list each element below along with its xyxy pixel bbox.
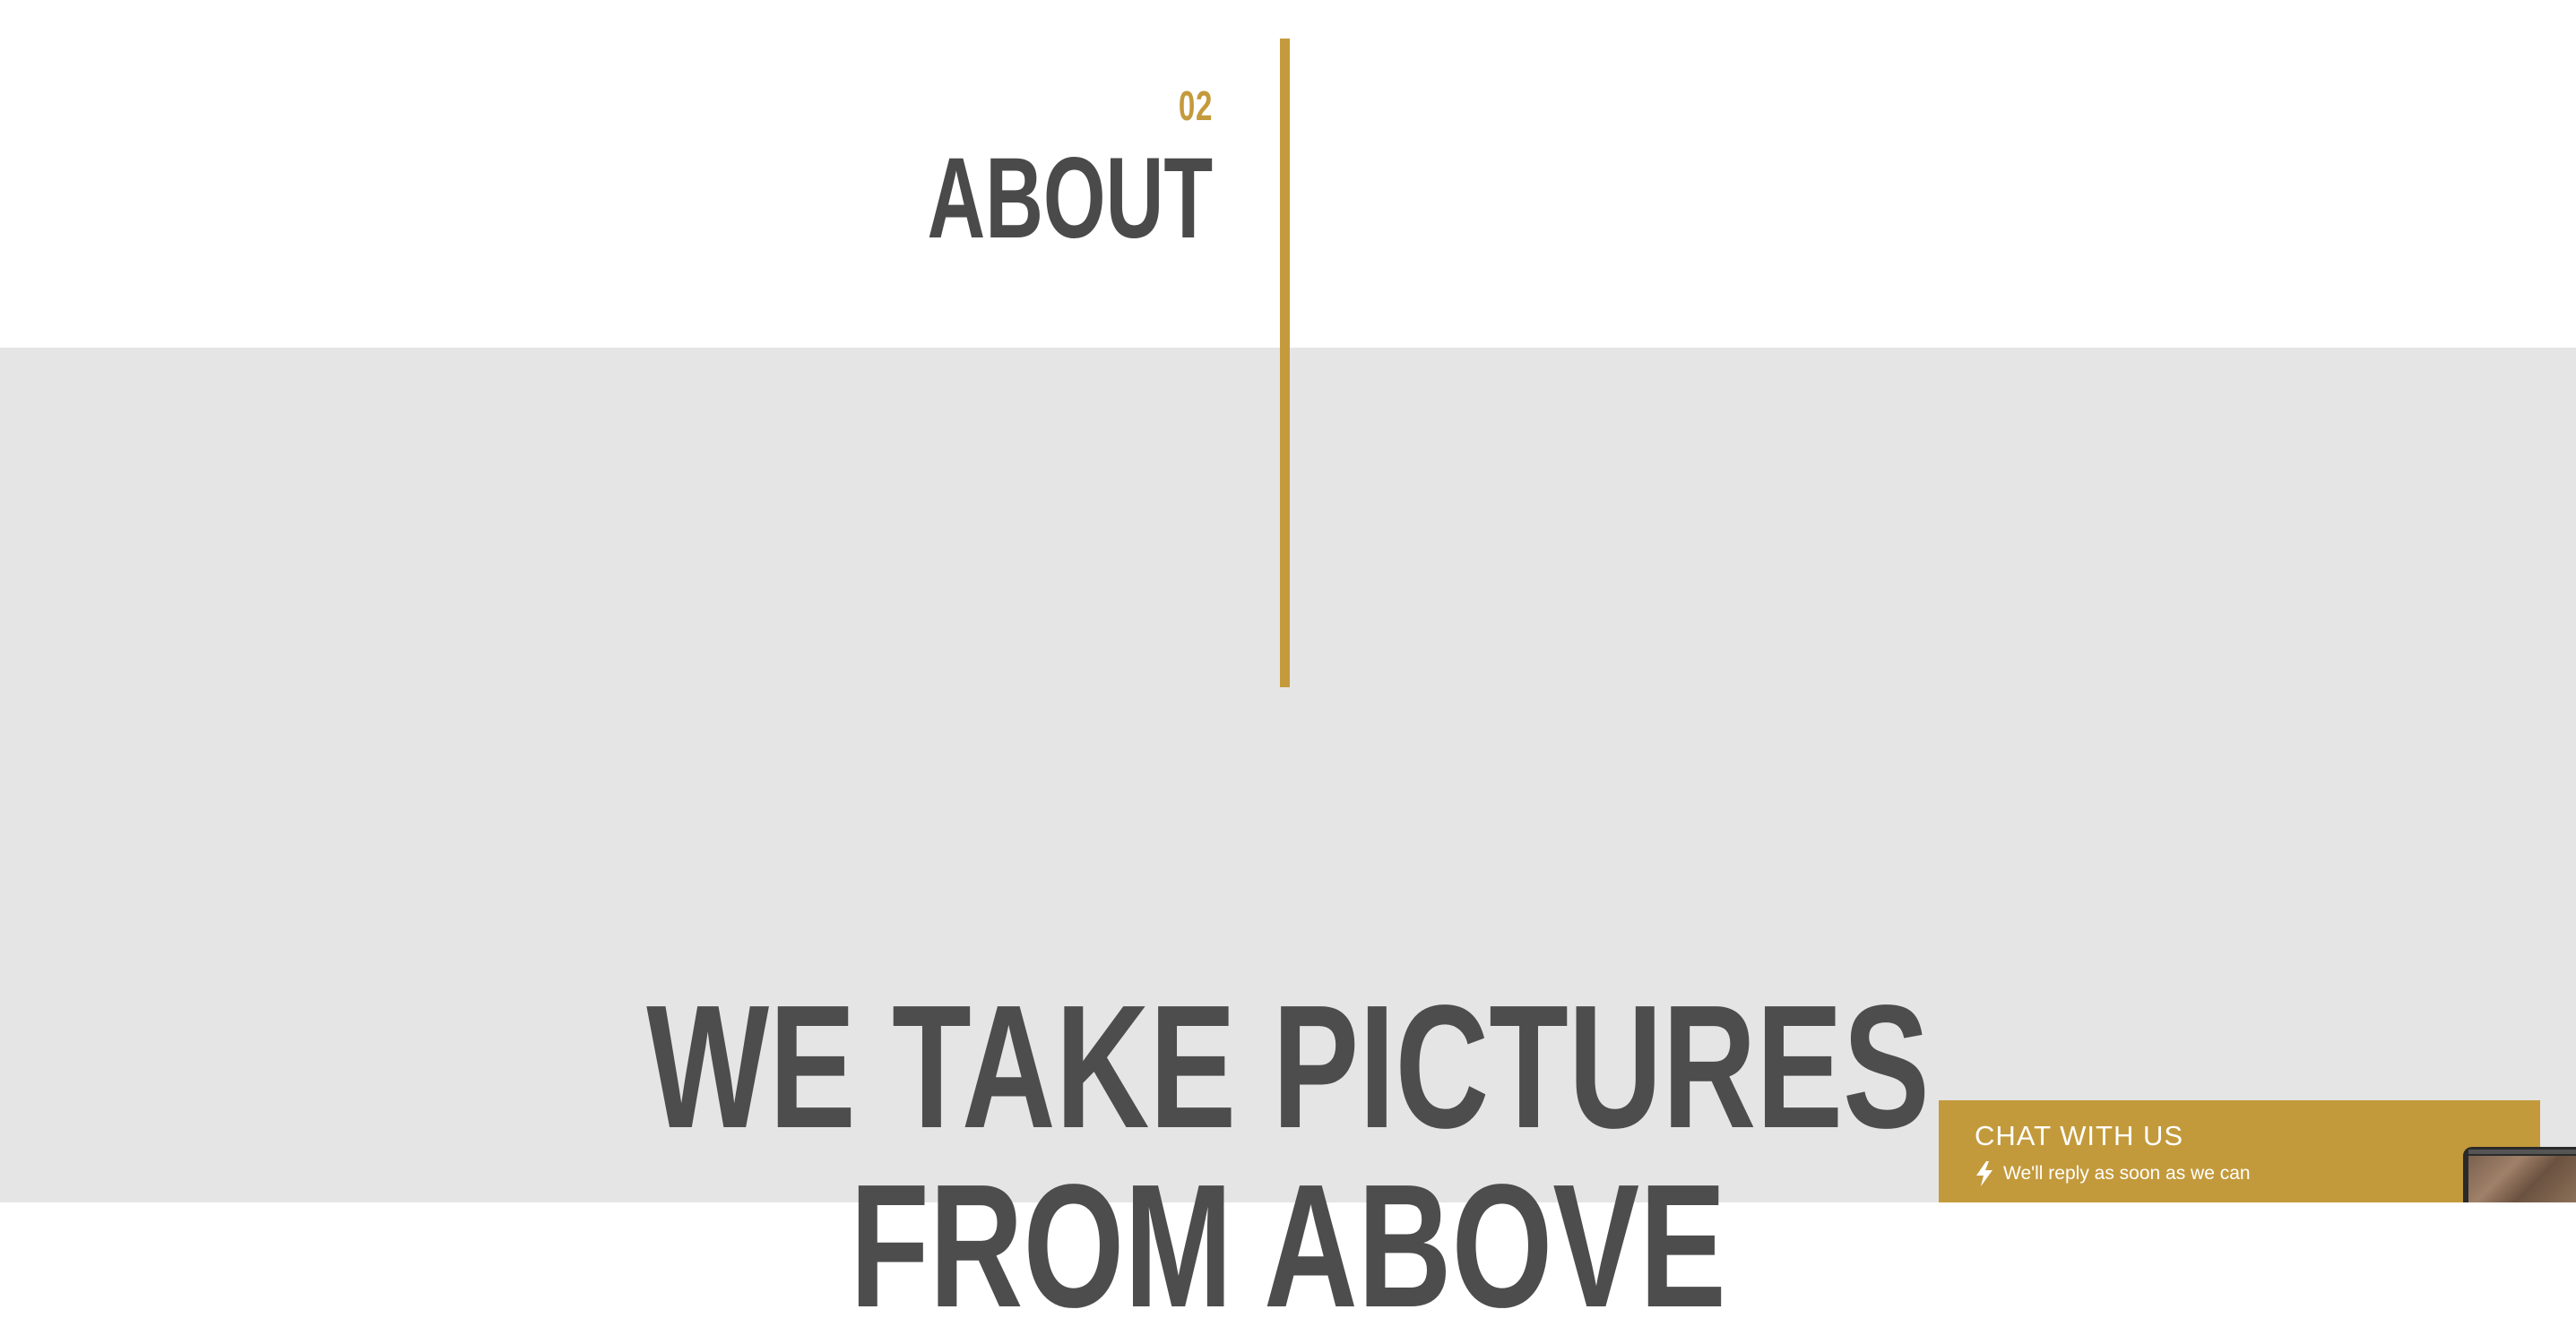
- lightning-bolt-icon: [1976, 1161, 1993, 1186]
- chat-widget-button[interactable]: CHAT WITH US We'll reply as soon as we c…: [1939, 1100, 2540, 1202]
- thumbnail-image: [2468, 1156, 2576, 1202]
- chat-title: CHAT WITH US: [1975, 1120, 2184, 1151]
- accent-vertical-divider: [1280, 39, 1290, 687]
- video-thumbnail-preview[interactable]: [2463, 1147, 2576, 1202]
- chat-subtitle: We'll reply as soon as we can: [2003, 1163, 2251, 1184]
- thumbnail-toolbar: [2468, 1150, 2576, 1154]
- section-number: 02: [1178, 82, 1213, 129]
- section-title: ABOUT: [927, 134, 1213, 263]
- chat-subtitle-row: We'll reply as soon as we can: [1975, 1161, 2251, 1186]
